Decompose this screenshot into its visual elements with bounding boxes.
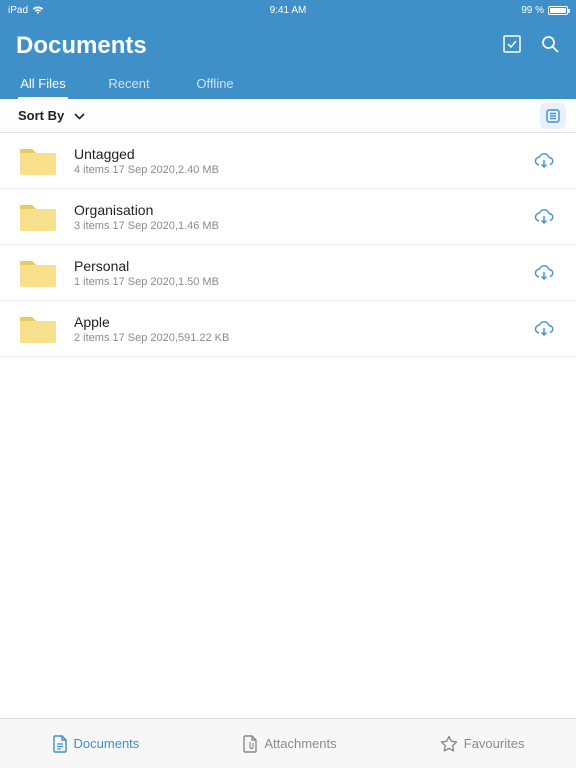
chevron-down-icon — [74, 108, 85, 123]
download-button[interactable] — [530, 208, 558, 226]
folder-icon — [18, 257, 58, 289]
folder-meta: 4 items 17 Sep 2020,2.40 MB — [74, 164, 514, 176]
list-view-icon — [545, 108, 561, 124]
download-button[interactable] — [530, 320, 558, 338]
sort-button[interactable]: Sort By — [18, 108, 85, 123]
select-icon[interactable] — [502, 34, 522, 59]
folder-meta: 3 items 17 Sep 2020,1.46 MB — [74, 220, 514, 232]
battery-label: 99 % — [521, 5, 544, 16]
nav-label: Favourites — [464, 736, 525, 751]
sort-bar: Sort By — [0, 99, 576, 133]
folder-info: Personal 1 items 17 Sep 2020,1.50 MB — [74, 258, 514, 288]
sort-label: Sort By — [18, 108, 64, 123]
tab-offline[interactable]: Offline — [172, 70, 258, 99]
folder-name: Untagged — [74, 146, 514, 162]
download-button[interactable] — [530, 264, 558, 282]
folder-row[interactable]: Untagged 4 items 17 Sep 2020,2.40 MB — [0, 133, 576, 189]
page-title: Documents — [16, 32, 147, 60]
document-icon — [52, 735, 68, 753]
tab-recent[interactable]: Recent — [86, 70, 172, 99]
folder-name: Organisation — [74, 202, 514, 218]
nav-documents[interactable]: Documents — [52, 735, 140, 753]
folder-row[interactable]: Organisation 3 items 17 Sep 2020,1.46 MB — [0, 189, 576, 245]
folder-list: Untagged 4 items 17 Sep 2020,2.40 MB Org… — [0, 133, 576, 718]
folder-icon — [18, 201, 58, 233]
folder-name: Apple — [74, 314, 514, 330]
folder-icon — [18, 145, 58, 177]
folder-info: Apple 2 items 17 Sep 2020,591.22 KB — [74, 314, 514, 344]
nav-favourites[interactable]: Favourites — [440, 735, 525, 753]
download-button[interactable] — [530, 152, 558, 170]
device-label: iPad — [8, 5, 28, 16]
star-icon — [440, 735, 458, 753]
status-time: 9:41 AM — [270, 5, 307, 16]
folder-meta: 2 items 17 Sep 2020,591.22 KB — [74, 332, 514, 344]
folder-name: Personal — [74, 258, 514, 274]
wifi-icon — [32, 5, 44, 15]
view-toggle-button[interactable] — [540, 103, 566, 129]
header: iPad 9:41 AM 99 % Documents All Files Re… — [0, 0, 576, 99]
folder-icon — [18, 313, 58, 345]
tab-label: Recent — [108, 76, 149, 91]
folder-row[interactable]: Personal 1 items 17 Sep 2020,1.50 MB — [0, 245, 576, 301]
search-icon[interactable] — [540, 34, 560, 59]
folder-row[interactable]: Apple 2 items 17 Sep 2020,591.22 KB — [0, 301, 576, 357]
attachment-icon — [242, 735, 258, 753]
nav-label: Documents — [74, 736, 140, 751]
status-bar: iPad 9:41 AM 99 % — [0, 0, 576, 18]
bottom-nav: Documents Attachments Favourites — [0, 718, 576, 768]
nav-attachments[interactable]: Attachments — [242, 735, 336, 753]
tab-label: All Files — [20, 76, 66, 91]
folder-meta: 1 items 17 Sep 2020,1.50 MB — [74, 276, 514, 288]
tab-label: Offline — [196, 76, 233, 91]
tabs: All Files Recent Offline — [0, 70, 576, 99]
tab-all-files[interactable]: All Files — [0, 70, 86, 99]
nav-label: Attachments — [264, 736, 336, 751]
folder-info: Organisation 3 items 17 Sep 2020,1.46 MB — [74, 202, 514, 232]
title-bar: Documents — [0, 18, 576, 70]
battery-icon — [548, 6, 568, 15]
folder-info: Untagged 4 items 17 Sep 2020,2.40 MB — [74, 146, 514, 176]
